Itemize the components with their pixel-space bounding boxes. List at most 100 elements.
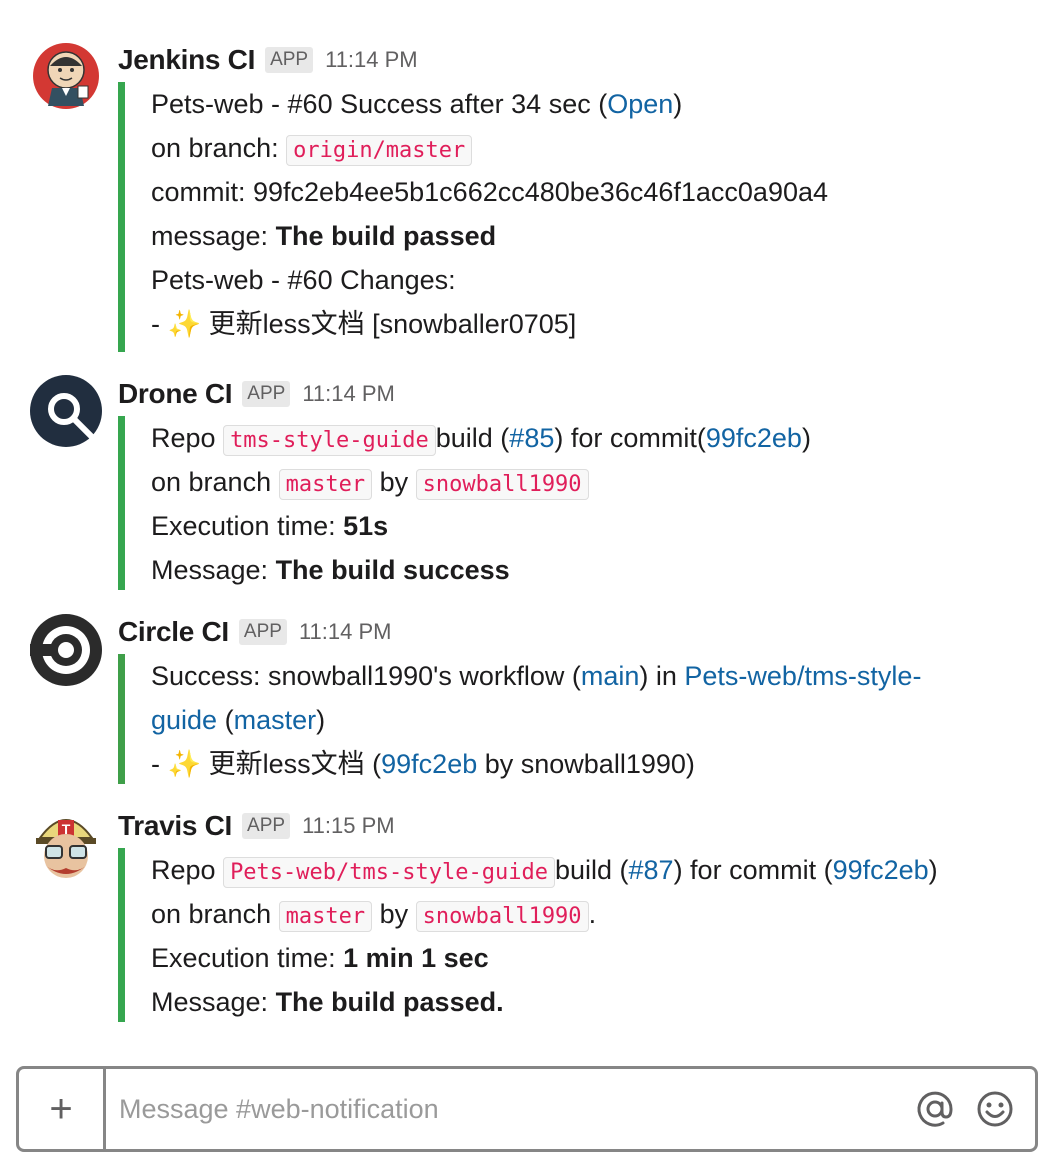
user-code: snowball1990 [415, 901, 589, 932]
label: Execution time: [151, 511, 344, 541]
text-line: on branch master by snowball1990. [151, 892, 938, 936]
timestamp[interactable]: 11:14 PM [299, 619, 392, 645]
open-link[interactable]: Open [607, 89, 673, 119]
text: build ( [554, 855, 629, 885]
text: . [588, 899, 597, 929]
label: Message: [151, 555, 276, 585]
sparkles-icon: ✨ [167, 309, 202, 339]
text: Repo [151, 855, 224, 885]
text: ) [801, 423, 811, 453]
text: ) in [639, 661, 685, 691]
branch-code: master [278, 469, 373, 500]
app-badge: APP [242, 381, 291, 407]
label: message: [151, 221, 276, 251]
app-badge: APP [265, 47, 314, 73]
execution-time: 51s [343, 511, 389, 541]
text: ) [316, 705, 326, 735]
branch-link[interactable]: master [234, 705, 317, 735]
text-line: Repo Pets-web/tms-style-guide build (#87)… [151, 848, 938, 892]
add-attachment-button[interactable]: + [19, 1069, 106, 1149]
text-line: Execution time: 51s [151, 504, 811, 548]
text: - [151, 749, 168, 779]
text: ) [673, 89, 683, 119]
text: on branch [151, 467, 279, 497]
text: Repo [151, 423, 224, 453]
timestamp[interactable]: 11:15 PM [302, 813, 395, 839]
text-line: guide (master) [151, 698, 921, 742]
at-icon[interactable] [915, 1089, 955, 1129]
text: by snowball1990) [477, 749, 695, 779]
text: Success: snowball1990's workflow ( [151, 661, 581, 691]
commit-link[interactable]: 99fc2eb [833, 855, 929, 885]
sender-name[interactable]: Jenkins CI [118, 44, 255, 76]
label: on branch: [151, 133, 287, 163]
plus-icon: + [49, 1086, 73, 1131]
message-header: Travis CI APP 11:15 PM [118, 808, 395, 844]
build-link[interactable]: #85 [509, 423, 554, 453]
text: - [151, 309, 168, 339]
branch-code: master [278, 901, 373, 932]
travis-icon[interactable]: T [30, 808, 102, 880]
commit-link[interactable]: 99fc2eb [381, 749, 477, 779]
message-header: Drone CI APP 11:14 PM [118, 376, 395, 412]
drone-icon[interactable] [30, 375, 105, 450]
commit-link[interactable]: 99fc2eb [706, 423, 802, 453]
build-link[interactable]: #87 [629, 855, 674, 885]
text-line: Execution time: 1 min 1 sec [151, 936, 938, 980]
attachment: Pets-web - #60 Success after 34 sec (Ope… [118, 82, 828, 352]
workflow-link[interactable]: main [581, 661, 640, 691]
text: on branch [151, 899, 279, 929]
attachment: Repo tms-style-guide build (#85) for comm… [118, 416, 811, 590]
jenkins-icon[interactable] [30, 40, 102, 112]
text-line: Repo tms-style-guide build (#85) for comm… [151, 416, 811, 460]
attachment: Repo Pets-web/tms-style-guide build (#87)… [118, 848, 938, 1022]
sender-name[interactable]: Travis CI [118, 810, 232, 842]
change-item: - ✨ 更新less文档 (99fc2eb by snowball1990) [151, 742, 921, 786]
repo-link[interactable]: Pets-web/tms-style- [684, 661, 921, 691]
sender-name[interactable]: Circle CI [118, 616, 229, 648]
text: ( [217, 705, 234, 735]
text: by [372, 899, 416, 929]
circleci-icon[interactable] [30, 614, 102, 686]
text-line: message: The build passed [151, 214, 828, 258]
message-value: The build success [275, 555, 510, 585]
text-line: on branch master by snowball1990 [151, 460, 811, 504]
message-header: Circle CI APP 11:14 PM [118, 614, 391, 650]
message-header: Jenkins CI APP 11:14 PM [118, 42, 418, 78]
changes-line: Pets-web - #60 Changes: [151, 265, 456, 295]
text: 更新less文档 ( [201, 749, 382, 779]
message-value: The build passed. [275, 987, 504, 1017]
text-line: Success: snowball1990's workflow (main) … [151, 654, 921, 698]
text-line: Message: The build passed. [151, 980, 938, 1024]
attachment: Success: snowball1990's workflow (main) … [118, 654, 921, 784]
commit-line: commit: 99fc2eb4ee5b1c662cc480be36c46f1a… [151, 177, 829, 207]
user-code: snowball1990 [415, 469, 589, 500]
repo-code: tms-style-guide [223, 425, 436, 456]
timestamp[interactable]: 11:14 PM [302, 381, 395, 407]
text: ) for commit ( [673, 855, 833, 885]
change-item: - ✨ 更新less文档 [snowballer0705] [151, 302, 828, 346]
label: Execution time: [151, 943, 344, 973]
text: 更新less文档 [snowballer0705] [201, 309, 577, 339]
text: by [372, 467, 416, 497]
text-line: Pets-web - #60 Success after 34 sec (Ope… [151, 82, 828, 126]
timestamp[interactable]: 11:14 PM [325, 47, 418, 73]
text-line: on branch: origin/master [151, 126, 828, 170]
branch-code: origin/master [286, 135, 473, 166]
repo-link-continued[interactable]: guide [151, 705, 217, 735]
execution-time: 1 min 1 sec [343, 943, 489, 973]
label: Message: [151, 987, 276, 1017]
sender-name[interactable]: Drone CI [118, 378, 233, 410]
text: ) [928, 855, 938, 885]
text: ) for commit( [554, 423, 706, 453]
smiley-icon[interactable] [975, 1089, 1015, 1129]
sparkles-icon: ✨ [167, 749, 202, 779]
message-composer: + Message #web-notification [16, 1066, 1038, 1152]
app-badge: APP [238, 619, 287, 645]
message-value: The build passed [275, 221, 497, 251]
text: Pets-web - #60 Success after 34 sec ( [151, 89, 608, 119]
text: build ( [435, 423, 510, 453]
app-badge: APP [242, 813, 291, 839]
message-input[interactable]: Message #web-notification [119, 1069, 439, 1149]
text-line: Message: The build success [151, 548, 811, 592]
